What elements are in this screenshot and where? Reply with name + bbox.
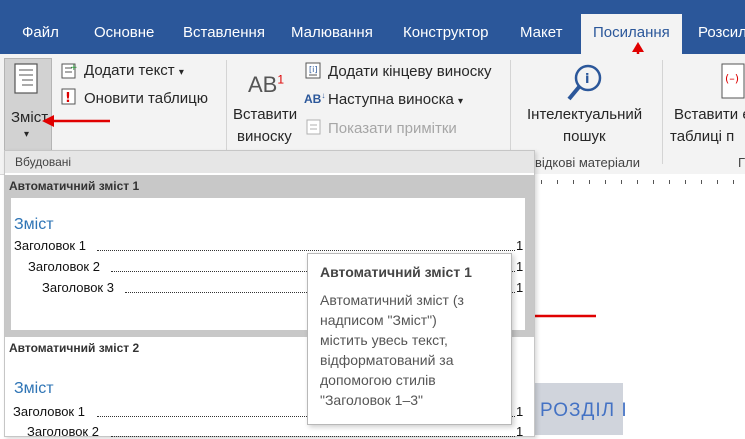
toc-preview-leader — [111, 435, 515, 437]
toc-preview-entry: Заголовок 1 — [14, 238, 86, 253]
tooltip-title: Автоматичний зміст 1 — [320, 264, 472, 280]
annotation-arrow-left-icon — [42, 115, 110, 127]
ruler-tick — [685, 180, 686, 184]
table-of-contents-icon — [14, 63, 38, 94]
toc-preview-heading: Зміст — [14, 380, 54, 397]
group-separator — [226, 60, 227, 164]
smart-lookup-button[interactable]: Інтелектуальний пошук — [524, 106, 650, 150]
svg-text:+: + — [70, 63, 78, 73]
insert-table-label-2: таблиці п — [670, 128, 735, 145]
tooltip-line: надписом "Зміст") — [320, 312, 437, 328]
tooltip-line: Автоматичний зміст (з — [320, 292, 464, 308]
chevron-down-icon: ▾ — [458, 96, 464, 107]
add-text-label: Додати текст — [84, 62, 175, 79]
tooltip-line: допомогою стилів — [320, 372, 436, 388]
toc-preview-entry: Заголовок 3 — [42, 280, 114, 295]
insert-table-label-1: Вставити е — [674, 106, 745, 123]
toc-button[interactable]: Зміст ▾ — [4, 58, 52, 152]
add-text-icon: + — [61, 63, 78, 79]
toc-preview-page-number: 1 — [516, 424, 524, 439]
add-endnote-icon: [i] — [305, 62, 321, 79]
add-endnote-button[interactable]: Додати кінцеву виноску — [328, 63, 491, 80]
show-notes-button[interactable]: Показати примітки — [328, 120, 457, 137]
insert-footnote-label-2: виноску — [237, 128, 292, 145]
toc-preview-entry: Заголовок 2 — [28, 259, 100, 274]
tab-design[interactable]: Конструктор — [403, 14, 489, 54]
captions-group-label: Г — [738, 155, 745, 170]
ruler-tick — [701, 180, 702, 184]
group-separator — [510, 60, 511, 164]
update-table-icon: ! — [61, 88, 76, 106]
toc-item-1-title: Автоматичний зміст 1 — [9, 179, 140, 193]
svg-text:[i]: [i] — [309, 65, 317, 74]
tooltip-line: відформатований за — [320, 352, 454, 368]
group-separator — [662, 60, 663, 164]
tab-layout[interactable]: Макет — [520, 14, 562, 54]
chevron-down-icon: ▾ — [178, 67, 184, 78]
ruler-tick — [541, 180, 542, 184]
next-footnote-icon: AB↓ — [304, 91, 326, 106]
insert-footnote-label-1: Вставити — [233, 106, 298, 123]
chevron-down-icon: ▾ — [24, 129, 30, 140]
toc-item-2-title: Автоматичний зміст 2 — [9, 341, 140, 355]
toc-preview-page-number: 1 — [516, 280, 524, 295]
svg-text:!: ! — [65, 91, 71, 106]
tab-mailings[interactable]: Розсил — [698, 14, 745, 54]
toc-preview-entry: Заголовок 1 — [13, 404, 85, 419]
tooltip-line: містить увесь текст, — [320, 332, 448, 348]
svg-text:(–): (–) — [725, 72, 739, 85]
smart-lookup-label-2: пошук — [563, 128, 606, 145]
chapter-heading[interactable]: РОЗДІЛ І — [540, 400, 628, 422]
toc-preview-leader — [97, 249, 515, 251]
next-footnote-ab-glyph: AB — [304, 92, 322, 106]
toc-preview-page-number: 1 — [516, 259, 524, 274]
research-group-label: відкові матеріали — [535, 155, 640, 170]
tab-home[interactable]: Основне — [94, 14, 154, 54]
horizontal-ruler — [533, 174, 745, 191]
smart-lookup-label-1: Інтелектуальний — [527, 106, 643, 123]
toc-preview-page-number: 1 — [516, 404, 524, 419]
next-footnote-label: Наступна виноска — [328, 91, 454, 108]
gallery-section-header: Вбудовані — [5, 151, 534, 173]
toc-preview-heading: Зміст — [14, 216, 54, 233]
ruler-tick — [557, 180, 558, 184]
insert-table-of-figures-button[interactable]: Вставити е таблиці п — [670, 106, 745, 150]
toc-tooltip: Автоматичний зміст 1 Автоматичний зміст … — [307, 253, 512, 425]
toc-preview-page-number: 1 — [516, 238, 524, 253]
ruler-tick — [637, 180, 638, 184]
show-notes-icon — [306, 119, 321, 135]
insert-footnote-icon: AB1 — [248, 72, 284, 98]
tab-insert[interactable]: Вставлення — [183, 14, 265, 54]
toc-preview-entry: Заголовок 2 — [27, 424, 99, 439]
add-text-button[interactable]: Додати текст ▾ — [84, 62, 184, 79]
smart-lookup-icon: i — [567, 64, 602, 101]
tooltip-line: "Заголовок 1–3" — [320, 392, 424, 408]
insert-table-of-figures-icon: (–) — [721, 63, 745, 99]
insert-footnote-button[interactable]: Вставити виноску — [230, 106, 300, 150]
ruler-tick — [573, 180, 574, 184]
next-footnote-button[interactable]: Наступна виноска ▾ — [328, 91, 463, 108]
svg-text:i: i — [585, 72, 589, 87]
ruler-tick — [733, 180, 734, 184]
update-table-button[interactable]: Оновити таблицю — [84, 90, 208, 107]
ruler-tick — [605, 180, 606, 184]
ruler-tick — [653, 180, 654, 184]
tab-draw[interactable]: Малювання — [291, 14, 373, 54]
ruler-tick — [621, 180, 622, 184]
footnote-ab-glyph: AB — [248, 72, 278, 97]
footnote-superscript: 1 — [277, 72, 285, 87]
ruler-tick — [589, 180, 590, 184]
ruler-tick — [717, 180, 718, 184]
tab-file[interactable]: Файл — [22, 14, 59, 54]
ruler-tick — [669, 180, 670, 184]
